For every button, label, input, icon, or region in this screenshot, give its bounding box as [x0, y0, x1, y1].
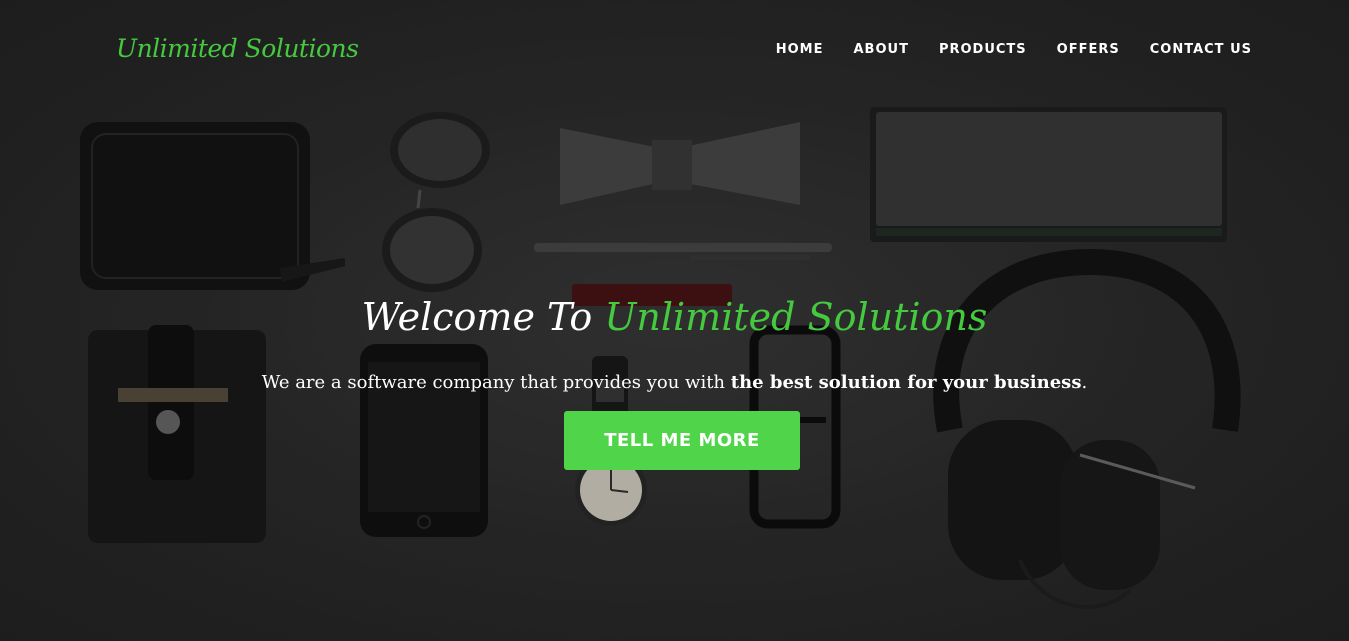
headline-accent: Unlimited Solutions: [604, 295, 988, 339]
brand-logo[interactable]: Unlimited Solutions: [116, 34, 359, 63]
tell-me-more-button[interactable]: TELL ME MORE: [564, 411, 800, 470]
nav-item-products[interactable]: PRODUCTS: [939, 42, 1027, 57]
nav-item-home[interactable]: HOME: [776, 42, 824, 57]
nav-item-contact-us[interactable]: CONTACT US: [1150, 42, 1252, 57]
nav-menu: HOME ABOUT PRODUCTS OFFERS CONTACT US: [776, 42, 1252, 57]
hero-subtitle: We are a software company that provides …: [0, 372, 1349, 393]
subtitle-suffix: .: [1081, 372, 1088, 393]
hero-section: Unlimited Solutions HOME ABOUT PRODUCTS …: [0, 0, 1349, 641]
headline-prefix: Welcome To: [361, 295, 605, 339]
hero-headline: Welcome To Unlimited Solutions: [0, 295, 1349, 339]
navbar: Unlimited Solutions HOME ABOUT PRODUCTS …: [0, 0, 1349, 100]
nav-item-about[interactable]: ABOUT: [854, 42, 909, 57]
nav-item-offers[interactable]: OFFERS: [1057, 42, 1120, 57]
subtitle-bold: the best solution for your business: [730, 372, 1082, 393]
subtitle-prefix: We are a software company that provides …: [261, 372, 731, 393]
